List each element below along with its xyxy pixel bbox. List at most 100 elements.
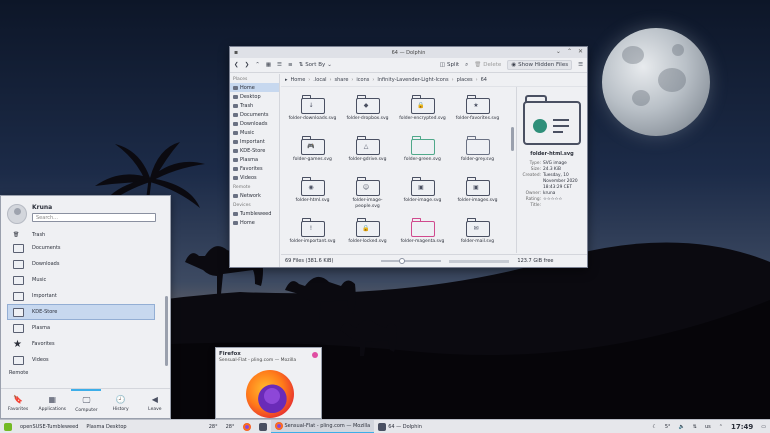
sort-button[interactable]: ⇅ Sort By ⌄ [299,62,332,68]
launcher-item-trash[interactable]: 🗑 Trash [1,230,161,240]
zoom-slider[interactable] [381,258,442,264]
places-item-home[interactable]: Home [230,83,279,92]
file-item[interactable]: ★ folder-favorites.svg [451,91,504,132]
crumb-item[interactable]: .local [313,77,326,83]
crumb-item[interactable]: Infinity-Lavender-Light-Icons [377,77,448,83]
places-item-trash[interactable]: Trash [230,101,279,110]
task-firefox[interactable]: Sensual-Flat - pling.com — Mozilla [270,419,375,433]
weather-temp[interactable]: 5° [661,420,675,433]
minimize-icon[interactable]: ⌄ [556,48,561,55]
clock[interactable]: 17:49 [727,420,757,433]
close-icon[interactable]: ✕ [578,48,583,55]
keyboard-layout[interactable]: us [701,420,715,433]
crumb-item[interactable]: share [335,77,349,83]
launcher-scrollbar[interactable] [165,296,168,366]
launcher-tab-history[interactable]: 🕘 History [106,389,136,418]
file-item[interactable]: folder-green.svg [396,132,449,173]
places-item-desktop[interactable]: Desktop [230,92,279,101]
forward-icon[interactable]: ❯ [245,62,250,68]
desktop-label[interactable]: Plasma Desktop [82,420,130,433]
launcher-item-important[interactable]: Important [1,288,161,304]
weather-icon[interactable]: ☾ [648,420,660,433]
places-panel: Places Home Desktop Trash Documents Download… [230,74,280,267]
window-titlebar[interactable]: ▪ 64 — Dolphin ⌄ ⌃ ✕ [230,47,587,58]
launcher-item-favorites[interactable]: ★ Favorites [1,336,161,352]
files-launcher-icon[interactable] [255,420,271,433]
task-preview-tooltip[interactable]: Firefox Sensual-Flat - pling.com — Mozil… [215,347,322,419]
places-item-home[interactable]: Home [230,218,279,227]
places-item-label: Home [240,84,255,91]
crumb-item[interactable]: places [457,77,473,83]
crumb-item[interactable]: icons [356,77,369,83]
file-item[interactable]: 🎮 folder-games.svg [286,132,339,173]
launcher-item-music[interactable]: Music [1,272,161,288]
file-item[interactable]: folder-magenta.svg [396,214,449,255]
places-item-plasma[interactable]: Plasma [230,155,279,164]
file-item[interactable]: ↓ folder-downloads.svg [286,91,339,132]
icons-view-icon[interactable]: ▦ [266,62,271,68]
places-item-tumbleweed[interactable]: Tumbleweed [230,209,279,218]
hamburger-menu-icon[interactable]: ☰ [578,62,583,68]
tray-expand-icon[interactable]: ⌃ [715,420,727,433]
places-item-documents[interactable]: Documents [230,110,279,119]
places-item-kde-store[interactable]: KDE-Store [230,146,279,155]
places-item-downloads[interactable]: Downloads [230,119,279,128]
launcher-item-videos[interactable]: Videos [1,352,161,368]
search-icon[interactable]: ⌕ [465,62,468,69]
places-item-music[interactable]: Music [230,128,279,137]
delete-button[interactable]: 🗑 Delete [474,62,501,68]
task-dolphin[interactable]: 64 — Dolphin [374,420,426,433]
taskbar-panel: openSUSE-Tumbleweed Plasma Desktop 28° 2… [0,419,770,433]
launcher-item-downloads[interactable]: Downloads [1,256,161,272]
launcher-tab-leave[interactable]: ◀ Leave [140,389,170,418]
maximize-icon[interactable]: ⌃ [567,48,572,55]
firefox-launcher-icon[interactable] [239,420,255,433]
places-item-network[interactable]: Network [230,191,279,200]
places-item-important[interactable]: Important [230,137,279,146]
volume-icon[interactable]: 🔈 [675,420,689,433]
file-item[interactable]: ▣ folder-images.svg [451,173,504,214]
launcher-item-kde-store[interactable]: KDE-Store [7,304,155,320]
file-item[interactable]: ☺ folder-image-people.svg [341,173,394,214]
crumb-separator-icon: › [475,77,478,83]
distro-label[interactable]: openSUSE-Tumbleweed [16,420,82,433]
file-item[interactable]: folder-grey.svg [451,132,504,173]
file-scrollbar[interactable] [511,91,514,251]
user-avatar[interactable] [7,204,27,224]
close-preview-icon[interactable] [312,352,318,358]
crumb-root-icon[interactable]: ▸ [285,77,288,83]
launcher-tab-applications[interactable]: ▦ Applications [37,389,67,418]
places-item-videos[interactable]: Videos [230,173,279,182]
launcher-item-documents[interactable]: Documents [1,240,161,256]
details-view-icon[interactable]: ≡ [288,62,293,68]
file-item[interactable]: 🔒 folder-locked.svg [341,214,394,255]
file-item[interactable]: △ folder-gdrive.svg [341,132,394,173]
file-item[interactable]: ✉ folder-mail.svg [451,214,504,255]
launcher-tab-computer[interactable]: 🖵 Computer [71,389,102,418]
crumb-item[interactable]: 64 [481,77,487,83]
places-item-label: Network [240,192,261,199]
file-item[interactable]: ◉ folder-html.svg [286,173,339,214]
file-item[interactable]: ! folder-important.svg [286,214,339,255]
launcher-tab-favorites[interactable]: 🔖 Favorites [3,389,33,418]
split-button[interactable]: ◫ Split [440,62,459,68]
folder-icon [233,220,238,225]
dolphin-window[interactable]: ▪ 64 — Dolphin ⌄ ⌃ ✕ ❮ ❯ ⌃ ▦ ☰ ≡ ⇅ Sort B… [229,46,588,268]
launcher-item-plasma[interactable]: Plasma [1,320,161,336]
crumb-item[interactable]: Home [291,77,306,83]
file-item[interactable]: 🔒 folder-encrypted.svg [396,91,449,132]
network-icon[interactable]: ⇅ [689,420,701,433]
search-input[interactable]: Search... [32,213,156,222]
folder-icon [233,211,238,216]
up-icon[interactable]: ⌃ [255,62,260,68]
back-icon[interactable]: ❮ [234,62,239,68]
file-item[interactable]: ▣ folder-image.svg [396,173,449,214]
app-menu-icon[interactable]: ▪ [234,49,238,56]
launcher-button[interactable] [0,420,16,433]
show-desktop-icon[interactable]: ▭ [757,420,770,433]
folder-mail-icon: ✉ [465,218,490,237]
compact-view-icon[interactable]: ☰ [277,62,282,68]
show-hidden-files-button[interactable]: ◉ Show Hidden Files [507,60,573,70]
file-item[interactable]: ◆ folder-dropbox.svg [341,91,394,132]
places-item-favorites[interactable]: Favorites [230,164,279,173]
